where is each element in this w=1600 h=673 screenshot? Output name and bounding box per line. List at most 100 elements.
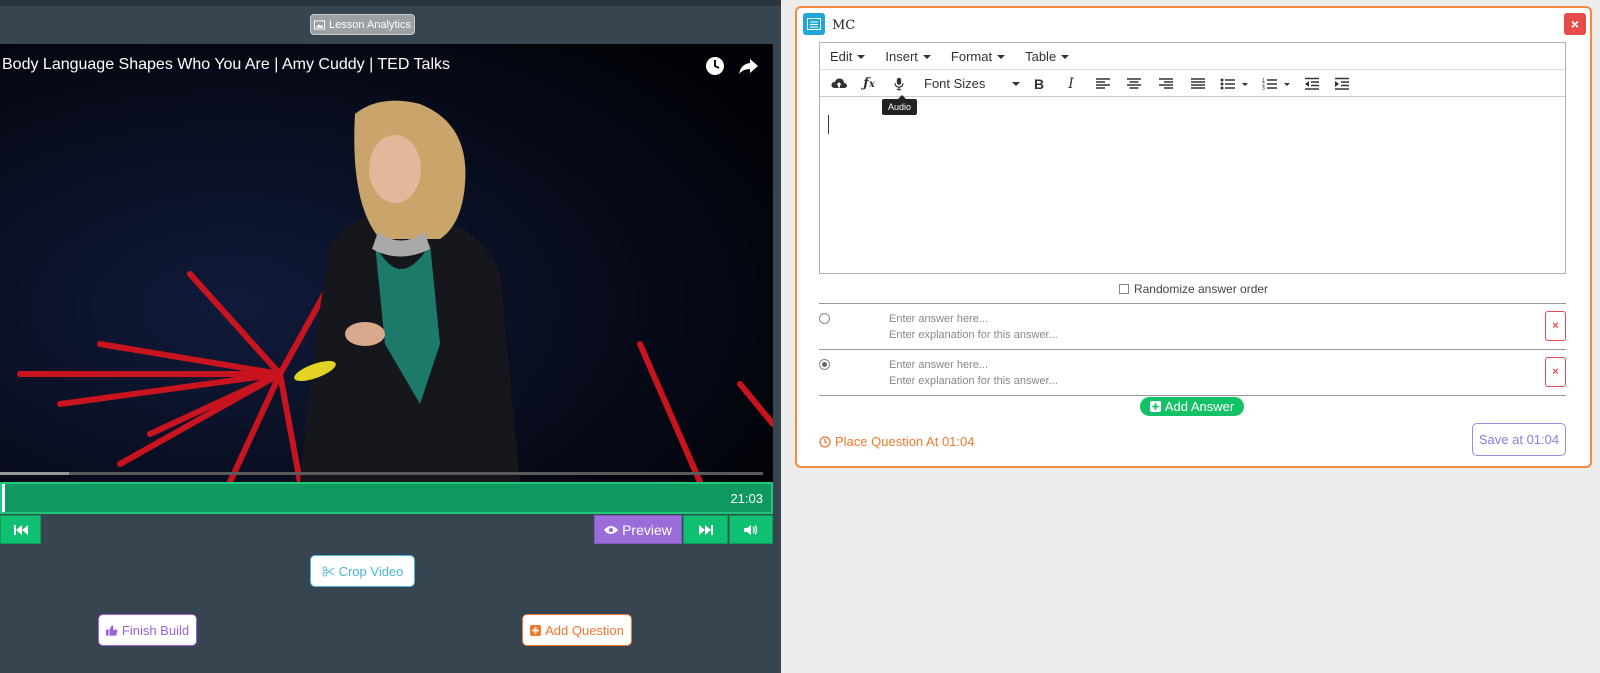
delete-answer-button[interactable]: × <box>1545 357 1566 387</box>
share-icon[interactable] <box>737 55 759 77</box>
top-strip <box>0 0 781 6</box>
lesson-analytics-label: Lesson Analytics <box>329 18 411 31</box>
divider <box>819 303 1566 304</box>
randomize-label: Randomize answer order <box>1133 282 1269 296</box>
add-answer-label: Add Answer <box>1164 399 1235 414</box>
timeline-duration: 21:03 <box>730 491 763 506</box>
preview-button[interactable]: Preview <box>594 515 682 544</box>
clock-icon <box>819 435 831 448</box>
close-icon: × <box>1552 366 1559 378</box>
randomize-option[interactable]: Randomize answer order <box>797 282 1590 296</box>
build-timeline[interactable]: 21:03 <box>0 482 773 514</box>
fast-forward-icon <box>698 524 713 535</box>
delete-answer-button[interactable]: × <box>1545 311 1566 341</box>
scissors-icon <box>322 565 334 577</box>
divider <box>819 395 1566 396</box>
volume-button[interactable] <box>729 515 773 544</box>
add-answer-button[interactable]: Add Answer <box>1140 397 1244 416</box>
audio-button[interactable] <box>892 75 906 92</box>
video-progress-bar[interactable] <box>0 472 763 475</box>
explanation-input[interactable]: Enter explanation for this answer... <box>889 329 1058 341</box>
align-right-icon <box>1159 77 1173 89</box>
timeline-cursor[interactable] <box>2 484 5 512</box>
rich-text-editor[interactable]: Edit Insert Format Table ƒx Font Sizes B… <box>819 42 1566 274</box>
justify-button[interactable] <box>1190 75 1206 92</box>
chevron-down-icon <box>1061 55 1070 60</box>
plus-square-icon <box>1149 401 1161 412</box>
mc-question-panel: MC × Edit Insert Format Table ƒx Font Si… <box>795 6 1592 468</box>
chevron-down-icon <box>922 55 931 60</box>
list-icon <box>807 18 821 30</box>
indent-icon <box>1335 77 1349 90</box>
question-type-title: MC <box>832 18 856 33</box>
bold-button[interactable]: B <box>1032 75 1046 92</box>
lesson-analytics-button[interactable]: Lesson Analytics <box>310 14 415 35</box>
align-left-button[interactable] <box>1095 75 1111 92</box>
numbered-list-button[interactable]: 123 <box>1262 75 1292 92</box>
editor-toolbar: ƒx Font Sizes B I 1 2 3 <box>820 70 1565 97</box>
randomize-checkbox[interactable] <box>1118 284 1129 294</box>
font-sizes-label: Font Sizes <box>924 76 986 91</box>
menu-insert[interactable]: Insert <box>885 49 931 64</box>
italic-button[interactable]: I <box>1064 75 1078 92</box>
bullet-list-icon <box>1220 78 1248 89</box>
close-button[interactable]: × <box>1564 13 1586 35</box>
bullet-list-button[interactable] <box>1220 75 1250 92</box>
place-question-link[interactable]: Place Question At 01:04 <box>819 434 974 449</box>
fast-backward-icon <box>13 524 28 535</box>
align-center-icon <box>1127 77 1141 89</box>
save-button[interactable]: Save at 01:04 <box>1472 423 1566 456</box>
indent-button[interactable] <box>1334 75 1350 92</box>
microphone-icon <box>894 77 904 90</box>
volume-icon <box>744 524 758 535</box>
plus-square-icon <box>530 624 542 636</box>
numbered-list-icon: 123 <box>1262 78 1290 91</box>
eye-icon <box>604 525 619 534</box>
chevron-down-icon <box>857 55 866 60</box>
correct-answer-radio[interactable] <box>819 313 830 324</box>
outdent-icon <box>1305 77 1319 90</box>
crop-video-label: Crop Video <box>338 563 404 579</box>
rewind-button[interactable] <box>0 515 41 544</box>
crop-video-button[interactable]: Crop Video <box>310 555 415 587</box>
font-sizes-dropdown[interactable]: Font Sizes <box>924 75 1020 92</box>
upload-button[interactable] <box>830 75 848 92</box>
menu-table[interactable]: Table <box>1025 49 1070 64</box>
finish-build-label: Finish Build <box>121 622 190 638</box>
answer-row: Enter answer here... Enter explanation f… <box>819 305 1566 349</box>
menu-format[interactable]: Format <box>951 49 1006 64</box>
formula-button[interactable]: ƒx <box>860 75 878 92</box>
answer-input[interactable]: Enter answer here... <box>889 359 988 371</box>
answer-input[interactable]: Enter answer here... <box>889 313 988 325</box>
text-cursor <box>828 115 829 134</box>
align-right-button[interactable] <box>1158 75 1174 92</box>
add-question-button[interactable]: Add Question <box>522 614 632 646</box>
video-frame <box>0 44 773 482</box>
audio-tooltip: Audio <box>882 95 918 115</box>
close-icon: × <box>1570 16 1580 32</box>
bold-icon: B <box>1033 75 1045 92</box>
outdent-button[interactable] <box>1304 75 1320 92</box>
align-center-button[interactable] <box>1126 75 1142 92</box>
video-builder-panel: Lesson Analytics Body Language Shapes Wh… <box>0 0 781 673</box>
fast-forward-button[interactable] <box>683 515 728 544</box>
video-progress-loaded <box>0 472 69 475</box>
image-icon <box>314 19 326 30</box>
chevron-down-icon <box>997 55 1006 60</box>
correct-answer-radio[interactable] <box>819 359 830 370</box>
finish-build-button[interactable]: Finish Build <box>98 614 197 646</box>
cloud-upload-icon <box>831 77 847 88</box>
question-type-icon <box>803 13 825 35</box>
italic-icon: I <box>1068 75 1074 92</box>
divider <box>819 349 1566 350</box>
explanation-input[interactable]: Enter explanation for this answer... <box>889 375 1058 387</box>
align-left-icon <box>1096 77 1110 89</box>
clock-icon[interactable] <box>704 55 726 77</box>
function-icon: ƒx <box>863 76 875 91</box>
editor-menubar: Edit Insert Format Table <box>820 43 1565 70</box>
menu-edit[interactable]: Edit <box>830 49 866 64</box>
add-question-label: Add Question <box>545 622 624 638</box>
video-player[interactable]: Body Language Shapes Who You Are | Amy C… <box>0 44 773 482</box>
close-icon: × <box>1552 320 1559 332</box>
video-title: Body Language Shapes Who You Are | Amy C… <box>2 56 450 73</box>
